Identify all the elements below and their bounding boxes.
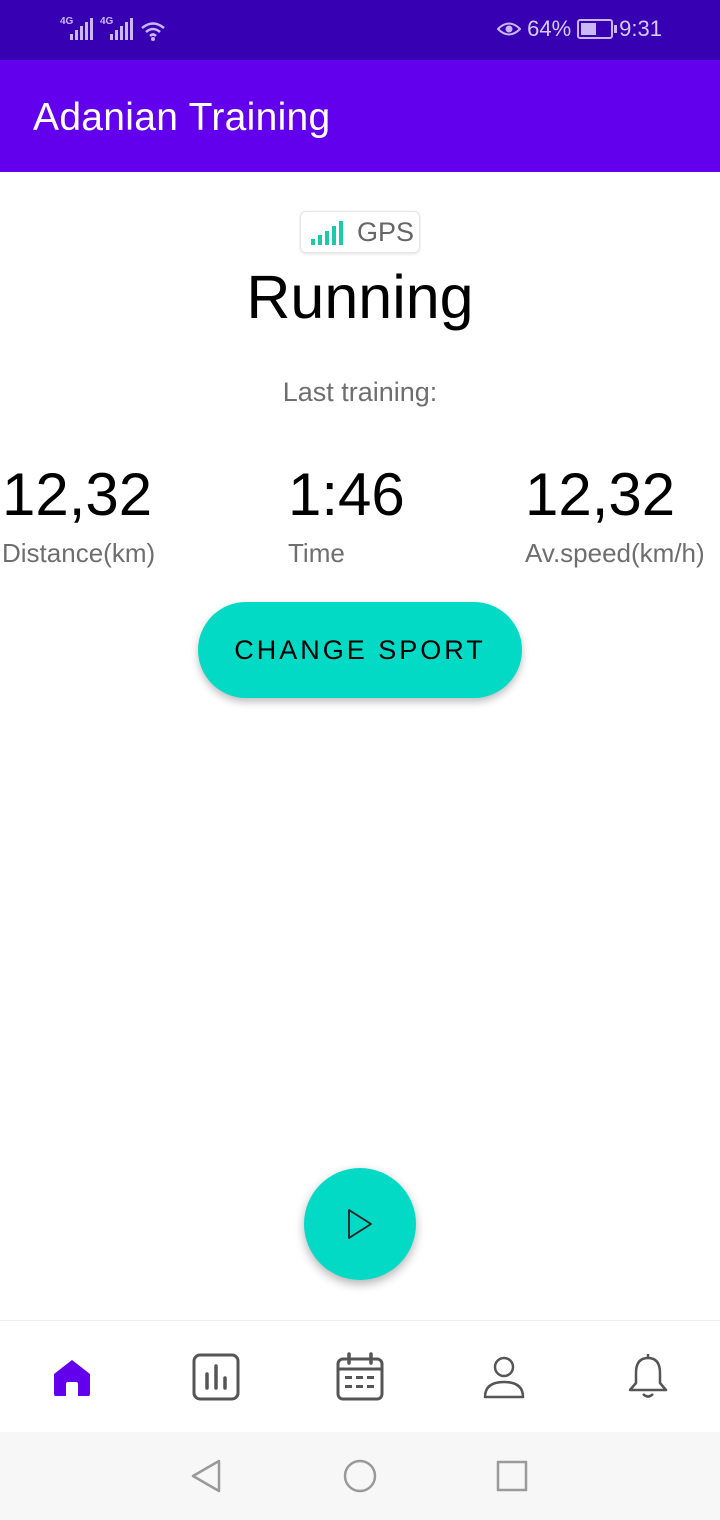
- battery-fill: [581, 23, 597, 35]
- system-recents-button[interactable]: [492, 1456, 532, 1496]
- nav-stats[interactable]: [188, 1349, 244, 1405]
- recents-icon: [496, 1460, 528, 1492]
- system-back-button[interactable]: [186, 1456, 226, 1496]
- nav-home[interactable]: [44, 1349, 100, 1405]
- nav-notifications[interactable]: [620, 1349, 676, 1405]
- system-home-button[interactable]: [340, 1456, 380, 1496]
- app-title: Adanian Training: [33, 96, 331, 139]
- stat-label: Time: [288, 538, 345, 568]
- stat-speed: 12,32 Av.speed(km/h): [525, 460, 705, 569]
- change-sport-button[interactable]: CHANGE SPORT: [198, 602, 522, 698]
- wifi-icon: [141, 22, 165, 41]
- battery-icon: [577, 19, 618, 39]
- stats-icon: [192, 1353, 240, 1401]
- gps-label: GPS: [357, 216, 415, 247]
- stat-value: 1:46: [288, 461, 405, 528]
- back-icon: [191, 1459, 221, 1493]
- status-left: 4G 4G: [60, 16, 166, 42]
- stat-time: 1:46 Time: [288, 460, 405, 569]
- gps-signal-icon: [311, 219, 343, 245]
- home-circle-icon: [343, 1459, 377, 1493]
- bottom-nav: [0, 1320, 720, 1433]
- nav-calendar[interactable]: [332, 1349, 388, 1405]
- calendar-icon: [336, 1352, 384, 1401]
- clock: 9:31: [619, 16, 662, 41]
- home-icon: [54, 1360, 90, 1396]
- stat-value: 12,32: [525, 461, 676, 528]
- nav-profile[interactable]: [476, 1349, 532, 1405]
- signal-icon: 4G: [60, 16, 94, 42]
- profile-icon: [483, 1356, 525, 1399]
- app-bar: Adanian Training: [0, 60, 720, 172]
- stat-label: Av.speed(km/h): [525, 538, 705, 568]
- system-nav-bar: [0, 1432, 720, 1520]
- stat-label: Distance(km): [2, 538, 156, 568]
- bell-icon: [628, 1354, 668, 1398]
- stat-distance: 12,32 Distance(km): [2, 460, 155, 569]
- status-right: 64% 9:31: [497, 16, 662, 42]
- battery-percent: 64%: [527, 16, 572, 41]
- signal-icon: 4G: [100, 16, 134, 42]
- gps-badge: GPS: [300, 211, 420, 253]
- status-bar: 4G 4G 64% 9:31: [0, 0, 720, 60]
- stat-value: 12,32: [2, 461, 153, 528]
- eye-icon: [497, 22, 522, 36]
- last-training-heading: Last training:: [282, 377, 438, 407]
- sport-title: Running: [246, 263, 474, 331]
- start-training-button[interactable]: [304, 1168, 416, 1280]
- play-icon: [348, 1209, 372, 1239]
